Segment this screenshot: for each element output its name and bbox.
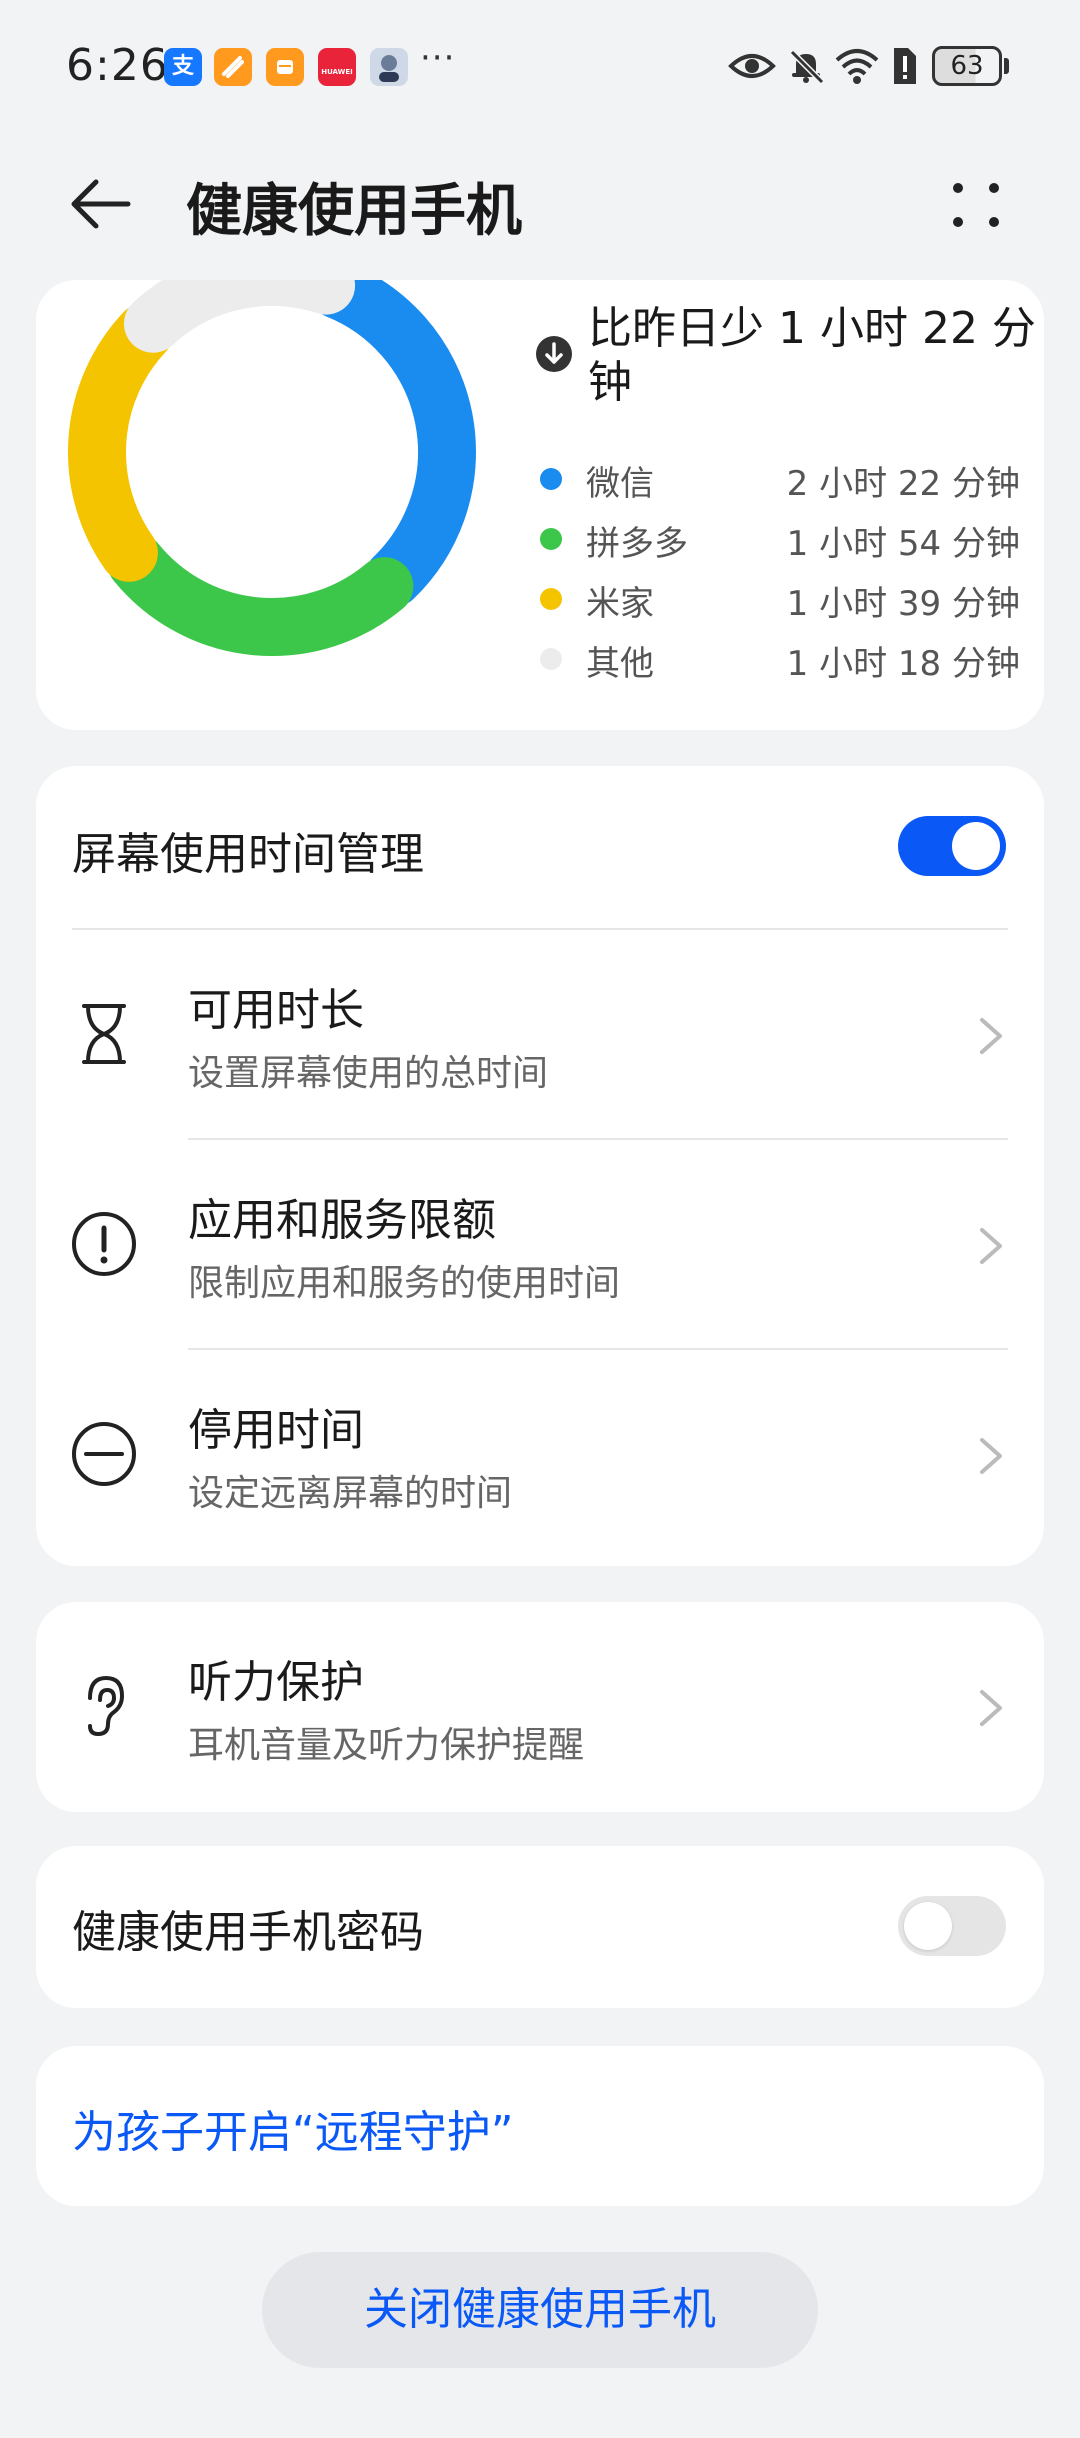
- screen-time-card: 屏幕使用时间管理 可用时长 设置屏幕使用的总时间 应用和服务限额 限制应用和服务…: [36, 766, 1044, 1566]
- huawei-icon: HUAWEI: [318, 48, 356, 86]
- password-label: 健康使用手机密码: [72, 1907, 424, 1958]
- legend-app-time: 1 小时 39 分钟: [786, 584, 1020, 624]
- legend-app-name: 其他: [586, 644, 654, 684]
- wifi-icon: [835, 49, 879, 84]
- remote-guard-link[interactable]: 为孩子开启“远程守护”: [72, 2096, 514, 2160]
- legend-app-name: 微信: [586, 464, 654, 504]
- legend-app-name: 米家: [586, 584, 654, 624]
- chevron-right-icon: [980, 1228, 1002, 1264]
- switch-knob: [952, 822, 1000, 870]
- eye-comfort-icon: [728, 54, 776, 78]
- minus-circle-icon: [72, 1422, 136, 1486]
- legend-dot: [540, 468, 562, 490]
- donut-segment: [68, 303, 174, 582]
- legend-dot: [540, 588, 562, 610]
- alipay-icon: 支: [164, 48, 202, 86]
- legend-dot: [540, 528, 562, 550]
- taobao-icon: [214, 48, 252, 86]
- app-header: 健康使用手机: [0, 136, 1080, 276]
- legend-app-time: 2 小时 22 分钟: [786, 464, 1020, 504]
- item-subtitle: 限制应用和服务的使用时间: [188, 1263, 621, 1304]
- hearing-protection-card[interactable]: 听力保护 耳机音量及听力保护提醒: [36, 1602, 1044, 1812]
- remote-guard-card[interactable]: 为孩子开启“远程守护”: [36, 2046, 1044, 2206]
- legend-item: 微信 2 小时 22 分钟: [540, 450, 1020, 510]
- more-options-icon[interactable]: [940, 164, 1012, 244]
- item-title: 可用时长: [188, 985, 364, 1036]
- legend-app-time: 1 小时 18 分钟: [786, 644, 1020, 684]
- down-arrow-circle-icon: [536, 336, 572, 372]
- item-subtitle: 设置屏幕使用的总时间: [188, 1053, 549, 1094]
- screen-time-label: 屏幕使用时间管理: [72, 829, 424, 880]
- status-bar: 6:26 支 HUAWEI ··· 63: [0, 0, 1080, 136]
- hourglass-icon: [82, 1004, 126, 1064]
- orange-app-icon: [266, 48, 304, 86]
- donut-segment: [308, 280, 476, 608]
- ear-icon: [88, 1675, 125, 1737]
- hearing-protection-item[interactable]: 听力保护 耳机音量及听力保护提醒: [36, 1602, 1044, 1810]
- chevron-right-icon: [980, 1438, 1002, 1474]
- donut-segment: [107, 533, 414, 656]
- downtime-item[interactable]: 停用时间 设定远离屏幕的时间: [36, 1350, 1044, 1558]
- app-limits-item[interactable]: 应用和服务限额 限制应用和服务的使用时间: [36, 1140, 1044, 1348]
- back-arrow-icon[interactable]: [66, 164, 146, 244]
- screen-time-switch[interactable]: [898, 816, 1006, 876]
- sim-alert-icon: [894, 48, 916, 84]
- battery-indicator: 63: [932, 46, 1002, 86]
- password-card[interactable]: 健康使用手机密码: [36, 1846, 1044, 2008]
- legend-dot: [540, 648, 562, 670]
- chevron-right-icon: [980, 1018, 1002, 1054]
- usage-summary-card[interactable]: 比昨日少 1 小时 22 分钟 微信 2 小时 22 分钟拼多多 1 小时 54 分…: [36, 280, 1044, 730]
- legend-item: 米家 1 小时 39 分钟: [540, 570, 1020, 630]
- item-title: 应用和服务限额: [188, 1195, 496, 1246]
- usage-delta-text: 比昨日少 1 小时 22 分钟: [588, 303, 1036, 408]
- switch-knob: [904, 1902, 952, 1950]
- item-title: 停用时间: [188, 1405, 364, 1456]
- screen-time-toggle-row[interactable]: 屏幕使用时间管理: [36, 766, 1044, 926]
- legend-item: 拼多多 1 小时 54 分钟: [540, 510, 1020, 570]
- legend-app-time: 1 小时 54 分钟: [786, 524, 1020, 564]
- available-duration-item[interactable]: 可用时长 设置屏幕使用的总时间: [36, 930, 1044, 1138]
- item-subtitle: 设定远离屏幕的时间: [188, 1473, 513, 1514]
- page-title: 健康使用手机: [186, 179, 522, 244]
- item-title: 听力保护: [188, 1657, 364, 1708]
- mute-bell-icon: [789, 49, 825, 85]
- close-healthy-usage-button[interactable]: 关闭健康使用手机: [262, 2252, 818, 2368]
- usage-donut-chart: [68, 280, 476, 656]
- chevron-right-icon: [980, 1690, 1002, 1726]
- item-subtitle: 耳机音量及听力保护提醒: [188, 1725, 585, 1766]
- more-notifications-icon: ···: [420, 38, 456, 78]
- status-time: 6:26: [66, 40, 169, 91]
- exclamation-circle-icon: [72, 1212, 136, 1276]
- donut-segment: [123, 280, 356, 353]
- legend-app-name: 拼多多: [586, 524, 688, 564]
- password-switch[interactable]: [898, 1896, 1006, 1956]
- battery-tip: [1004, 58, 1009, 74]
- avatar-app-icon: [370, 48, 408, 86]
- legend-item: 其他 1 小时 18 分钟: [540, 630, 1020, 690]
